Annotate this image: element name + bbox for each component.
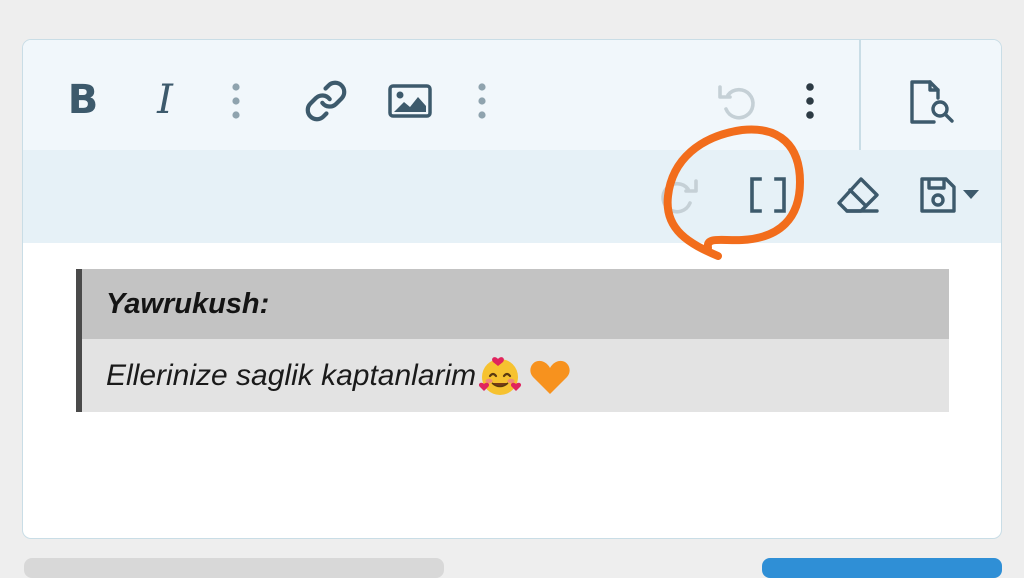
more-formatting-button[interactable] bbox=[221, 76, 251, 126]
bold-button[interactable]: B bbox=[59, 72, 107, 128]
undo-icon bbox=[718, 85, 755, 120]
quote-text: Ellerinize saglik kaptanlarim bbox=[106, 358, 477, 392]
more-vertical-icon bbox=[478, 83, 486, 119]
toolbar-divider bbox=[859, 40, 861, 150]
more-vertical-icon bbox=[232, 83, 240, 119]
preview-icon bbox=[910, 80, 954, 124]
quote-block: Yawrukush: Ellerinize saglik kaptanlarim bbox=[76, 269, 949, 412]
remove-formatting-button[interactable] bbox=[831, 170, 885, 220]
screen: { "toolbar": { "bold_label": "B", "itali… bbox=[0, 0, 1024, 578]
more-vertical-icon bbox=[806, 83, 814, 119]
bbcode-brackets-icon bbox=[750, 177, 786, 213]
preview-button[interactable] bbox=[903, 76, 959, 128]
image-icon bbox=[388, 84, 432, 118]
caret-down-icon bbox=[963, 190, 979, 199]
save-draft-button[interactable] bbox=[911, 170, 987, 220]
italic-button[interactable]: I bbox=[141, 72, 189, 128]
quote-body: Ellerinize saglik kaptanlarim bbox=[82, 339, 949, 412]
redo-icon bbox=[661, 179, 698, 214]
insert-link-button[interactable] bbox=[301, 76, 351, 126]
insert-image-button[interactable] bbox=[385, 78, 435, 124]
quote-author: Yawrukush: bbox=[106, 287, 270, 320]
more-insert-button[interactable] bbox=[467, 76, 497, 126]
bottom-action-button-right[interactable] bbox=[762, 558, 1002, 578]
editor-toolbar: B I bbox=[23, 40, 1001, 243]
bottom-action-button-left[interactable] bbox=[24, 558, 444, 578]
bold-icon: B bbox=[67, 77, 99, 123]
rich-text-editor: B I Yawrukush: Ellerinize saglik kaptanl… bbox=[22, 39, 1002, 539]
link-icon bbox=[305, 80, 347, 122]
orange-heart-emoji bbox=[530, 360, 570, 394]
save-draft-icon bbox=[920, 177, 956, 213]
more-options-button[interactable] bbox=[795, 76, 825, 126]
toggle-bbcode-button[interactable] bbox=[741, 168, 795, 222]
redo-button[interactable] bbox=[653, 170, 703, 220]
eraser-icon bbox=[837, 177, 879, 213]
undo-button[interactable] bbox=[713, 76, 763, 126]
quote-author-bar: Yawrukush: bbox=[82, 269, 949, 339]
italic-icon: I bbox=[157, 77, 173, 123]
smiling-face-with-hearts-emoji bbox=[479, 356, 522, 395]
